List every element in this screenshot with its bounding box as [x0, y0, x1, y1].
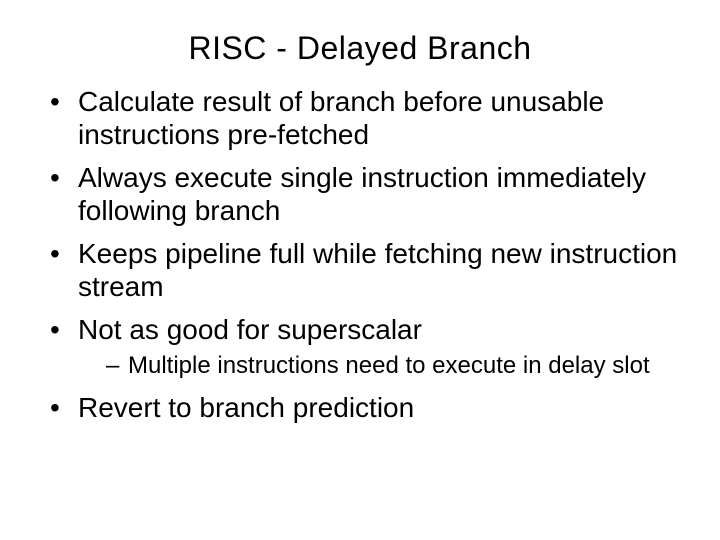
- slide-title: RISC - Delayed Branch: [40, 30, 680, 67]
- bullet-text: Keeps pipeline full while fetching new i…: [78, 238, 677, 302]
- bullet-item: Always execute single instruction immedi…: [50, 161, 680, 227]
- sub-bullet-list: Multiple instructions need to execute in…: [78, 352, 680, 380]
- sub-bullet-text: Multiple instructions need to execute in…: [128, 352, 650, 379]
- bullet-text: Calculate result of branch before unusab…: [78, 86, 604, 150]
- bullet-item: Calculate result of branch before unusab…: [50, 85, 680, 151]
- bullet-text: Revert to branch prediction: [78, 392, 414, 423]
- sub-bullet-item: Multiple instructions need to execute in…: [106, 352, 680, 380]
- slide: RISC - Delayed Branch Calculate result o…: [0, 0, 720, 540]
- bullet-item: Keeps pipeline full while fetching new i…: [50, 237, 680, 303]
- bullet-item: Not as good for superscalar Multiple ins…: [50, 313, 680, 380]
- bullet-list: Calculate result of branch before unusab…: [40, 85, 680, 424]
- bullet-item: Revert to branch prediction: [50, 391, 680, 424]
- bullet-text: Always execute single instruction immedi…: [78, 162, 646, 226]
- bullet-text: Not as good for superscalar: [78, 314, 422, 345]
